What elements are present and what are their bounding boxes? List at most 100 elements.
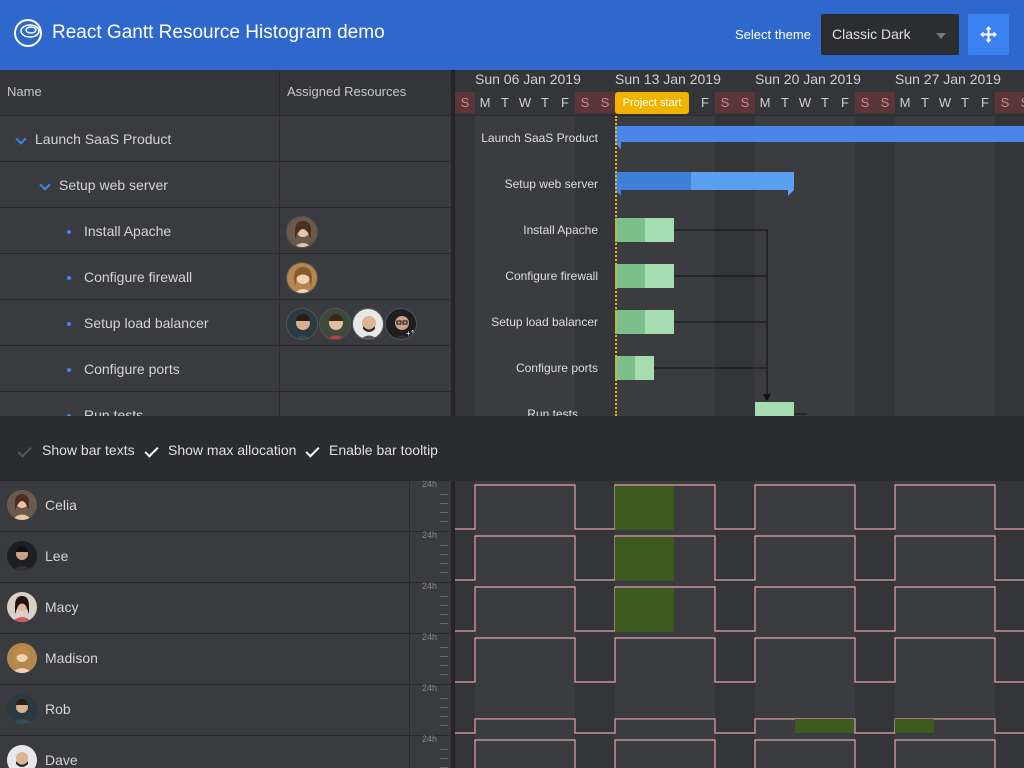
avatar [286,216,318,248]
max-allocation-line [455,484,1024,530]
grid-header: Name Assigned Resources [0,70,451,116]
move-icon [980,26,997,43]
allocation-bar [795,719,854,733]
allocation-bar [895,719,934,733]
show-bar-texts-toggle[interactable]: Show bar texts [42,442,135,458]
column-header-resources[interactable]: Assigned Resources [287,84,406,99]
task-row[interactable]: Setup load balancer +1 [0,300,451,346]
task-row[interactable]: Launch SaaS Product [0,116,451,162]
resource-name: Dave [45,752,78,768]
task-bar [615,356,635,380]
avatar [7,541,37,571]
max-allocation-line [455,535,1024,581]
avatar [7,643,37,673]
task-bar [615,310,645,334]
task-row[interactable]: Configure firewall [0,254,451,300]
avatar [286,262,318,294]
leaf-dot-icon [67,322,71,326]
resource-name: Macy [45,599,79,615]
move-button[interactable] [968,14,1009,55]
project-start-marker[interactable]: Project start [615,92,689,114]
avatar [7,490,37,520]
scale-tick [440,707,448,708]
app-header: React Gantt Resource Histogram demo Sele… [0,0,1024,70]
column-header-name[interactable]: Name [7,84,42,99]
enable-bar-tooltip-toggle[interactable]: Enable bar tooltip [329,442,438,458]
allocation-bar [615,588,674,632]
project-start-line [615,116,617,416]
avatar [7,745,37,768]
scale-tick [440,725,448,726]
scale-label: 24h [422,481,438,489]
max-allocation-line [455,718,1024,734]
scale-tick [440,614,448,615]
options-toolbar: Show bar texts Show max allocation Enabl… [0,416,1024,481]
task-bar [615,218,645,242]
resource-row[interactable]: Rob [0,685,451,736]
chevron-down-icon[interactable] [15,133,27,145]
scale-tick [440,758,448,759]
scale-label: 24h [422,683,438,693]
check-icon[interactable] [144,443,159,458]
scale-tick [440,623,448,624]
task-bar [755,402,794,416]
chevron-down-icon[interactable] [39,179,51,191]
max-allocation-line [474,739,996,768]
check-icon[interactable] [17,443,32,458]
leaf-dot-icon [67,276,71,280]
max-allocation-line [455,637,1024,683]
logo-icon [14,19,42,47]
theme-select[interactable]: Classic Dark [821,14,959,55]
chevron-down-icon [936,33,946,39]
resource-row[interactable]: Lee [0,532,451,583]
scale-tick [440,674,448,675]
scale-tick [440,503,448,504]
resource-name: Celia [45,497,77,513]
task-name: Install Apache [84,223,172,239]
task-name: Setup load balancer [84,315,209,331]
avatar [286,308,318,340]
task-bar [615,264,645,288]
scale-tick [440,494,448,495]
scale-tick [440,596,448,597]
resource-row[interactable]: Dave [0,736,451,768]
task-name: Launch SaaS Product [35,131,172,147]
scale-tick [440,656,448,657]
scale-tick [440,572,448,573]
scale-tick [440,698,448,699]
resource-name: Lee [45,548,69,564]
scale-label: 24h [422,734,438,744]
max-allocation-line [455,586,1024,632]
resource-row[interactable]: Celia [0,481,451,532]
avatar [352,308,384,340]
show-max-allocation-toggle[interactable]: Show max allocation [168,442,296,458]
scale-tick [440,647,448,648]
scale-tick [440,716,448,717]
resource-name: Madison [45,650,98,666]
task-name: Configure firewall [84,269,193,285]
leaf-dot-icon [67,368,71,372]
scale-tick [440,749,448,750]
task-row[interactable]: Setup web server [0,162,451,208]
dependency-lines [615,126,1024,416]
resource-histogram [455,481,1024,768]
resource-row[interactable]: Madison [0,634,451,685]
avatar [7,694,37,724]
task-row[interactable]: Run tests [0,392,451,416]
scale-label: 24h [422,530,438,540]
resource-row[interactable]: Macy [0,583,451,634]
scale-label: 24h [422,632,438,642]
allocation-bar [615,537,674,581]
task-row[interactable]: Configure ports [0,346,451,392]
scale-tick [440,605,448,606]
histogram-bars [455,484,1024,768]
resource-name: Rob [45,701,71,717]
task-row[interactable]: Install Apache [0,208,451,254]
scale-tick [440,665,448,666]
avatar [7,592,37,622]
scale-tick [440,521,448,522]
histogram-scale: 24h 24h 24h 24h 24h 24h [409,481,451,768]
check-icon[interactable] [305,443,320,458]
gantt-chart: Sun 06 Jan 2019 Sun 13 Jan 2019 Sun 20 J… [455,70,1024,416]
scale-tick [440,545,448,546]
